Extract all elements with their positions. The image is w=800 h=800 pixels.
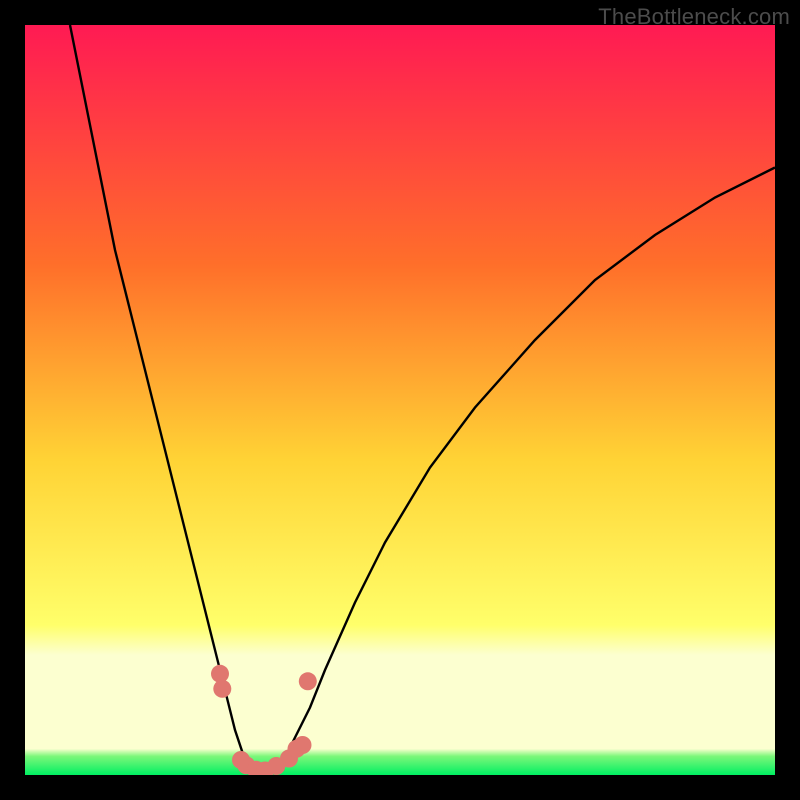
watermark-text: TheBottleneck.com xyxy=(598,4,790,30)
plot-svg xyxy=(25,25,775,775)
data-marker xyxy=(213,680,231,698)
plot-area xyxy=(25,25,775,775)
chart-frame: TheBottleneck.com xyxy=(0,0,800,800)
data-marker xyxy=(299,672,317,690)
gradient-background xyxy=(25,25,775,775)
data-marker xyxy=(294,736,312,754)
